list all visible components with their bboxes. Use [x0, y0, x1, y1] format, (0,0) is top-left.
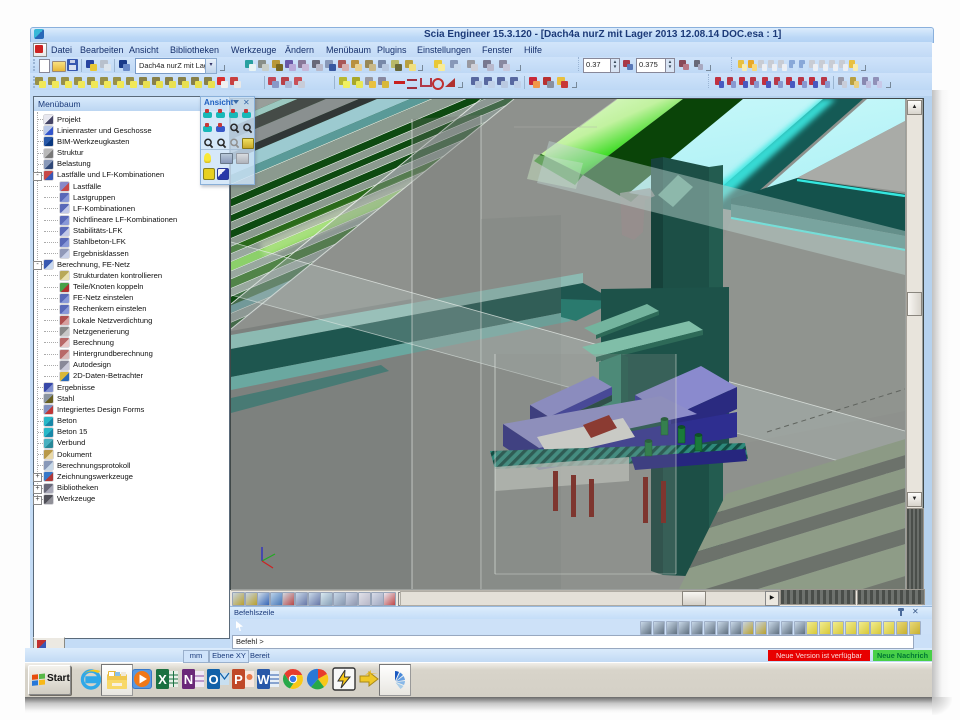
svg-text:X: X	[158, 672, 167, 687]
svg-text:P: P	[234, 672, 243, 687]
svg-text:W: W	[257, 672, 270, 687]
svg-text:O: O	[208, 672, 218, 687]
svg-text:N: N	[184, 672, 193, 687]
